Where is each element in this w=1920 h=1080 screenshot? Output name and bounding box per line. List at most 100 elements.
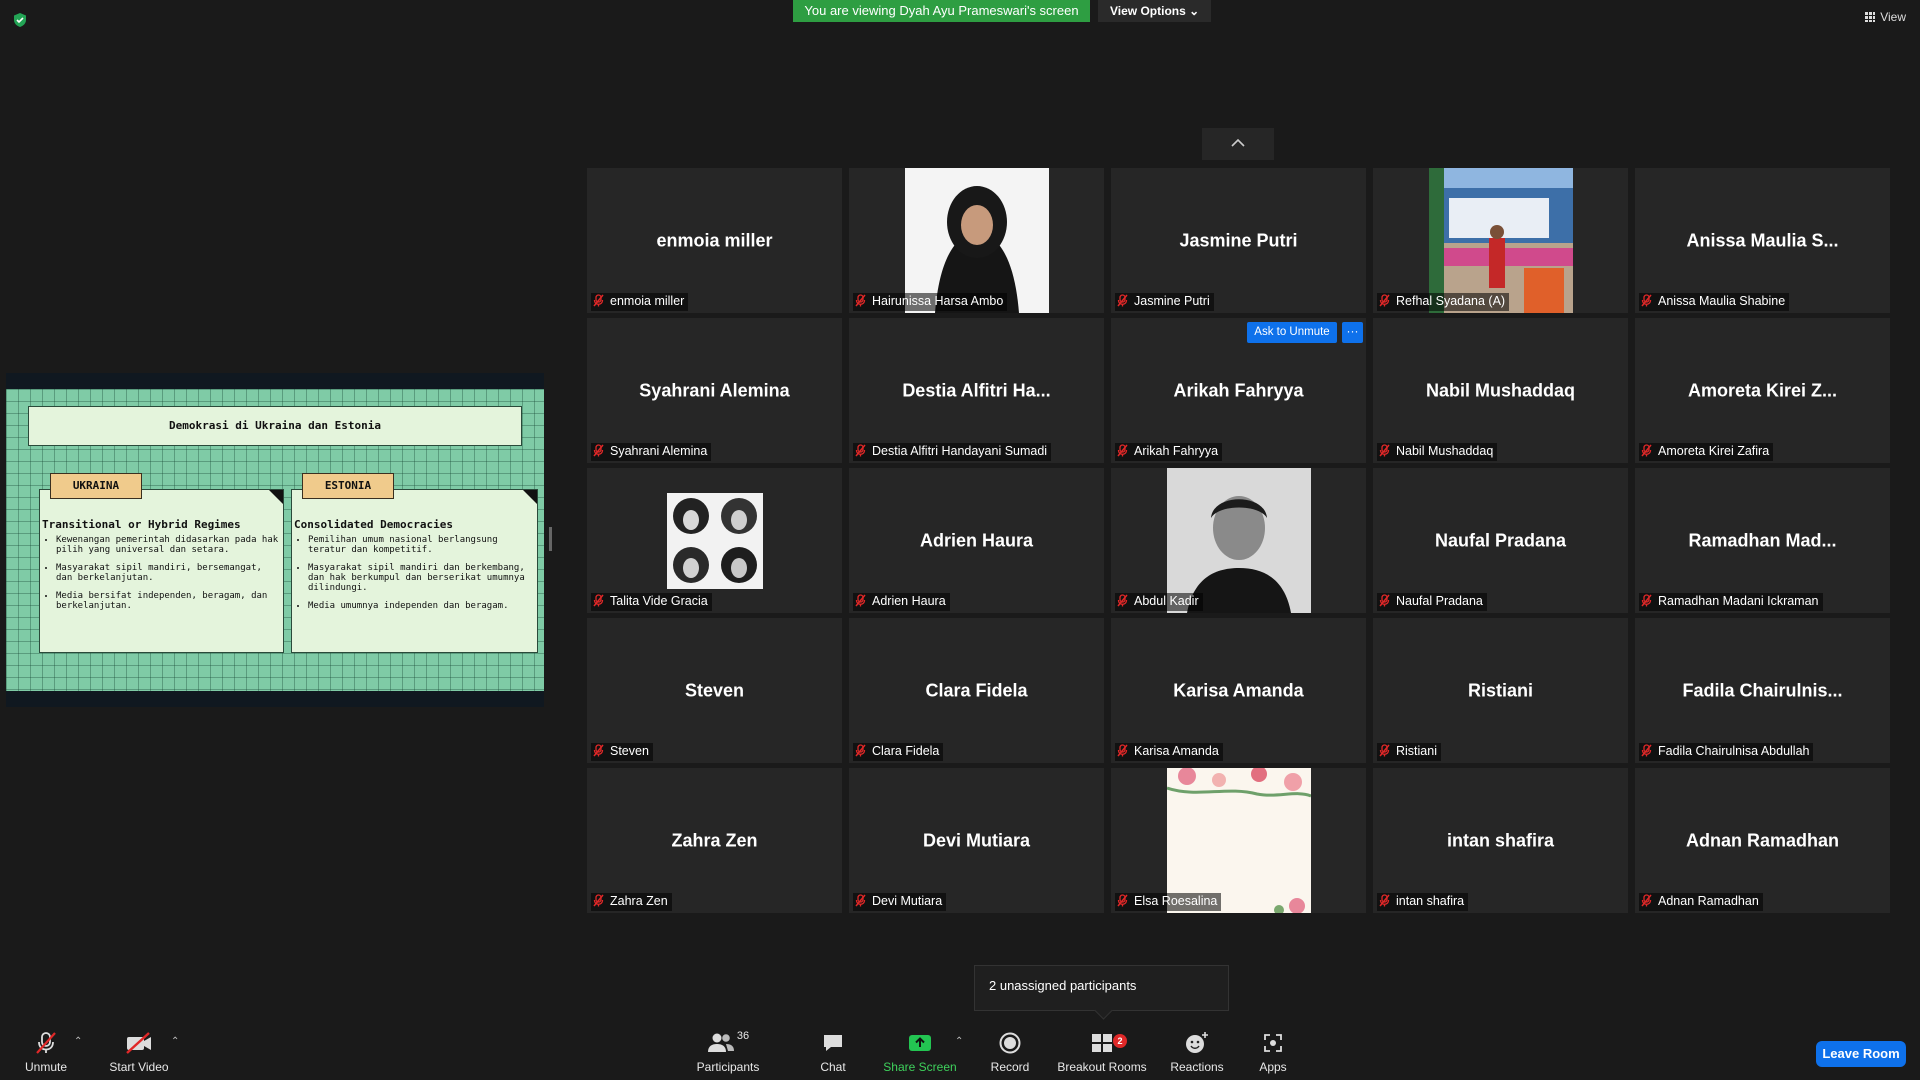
apps-button[interactable]: Apps (1250, 1028, 1296, 1074)
chat-button[interactable]: Chat (808, 1028, 858, 1074)
participant-tile[interactable]: Destia Alfitri Ha... Destia Alfitri Handa… (849, 318, 1104, 463)
chevron-down-icon: ⌄ (1189, 4, 1200, 18)
unmute-button[interactable]: Unmute (18, 1028, 74, 1074)
microphone-muted-icon (1117, 744, 1128, 760)
card-heading: Transitional or Hybrid Regimes (42, 518, 241, 531)
participant-name: Jasmine Putri (1134, 294, 1210, 308)
leave-room-button[interactable]: Leave Room (1816, 1041, 1906, 1067)
participant-tile[interactable]: Nabil Mushaddaq Nabil Mushaddaq (1373, 318, 1628, 463)
participant-tile[interactable]: Refhal Syadana (A) (1373, 168, 1628, 313)
participant-tile[interactable]: Zahra Zen Zahra Zen (587, 768, 842, 913)
reactions-button[interactable]: Reactions (1166, 1028, 1228, 1074)
record-button[interactable]: Record (986, 1028, 1034, 1074)
share-screen-button[interactable]: Share Screen (880, 1028, 960, 1074)
page-fold-icon (269, 490, 283, 504)
audio-options-caret[interactable]: ⌃ (74, 1036, 82, 1047)
participant-tile[interactable]: Fadila Chairulnis... Fadila Chairulnisa A… (1635, 618, 1890, 763)
participant-tile[interactable]: Naufal Pradana Naufal Pradana (1373, 468, 1628, 613)
microphone-muted-icon (593, 744, 604, 760)
breakout-rooms-badge: 2 (1113, 1034, 1127, 1048)
participant-tile[interactable]: Hairunissa Harsa Ambo (849, 168, 1104, 313)
participant-name-tag: Refhal Syadana (A) (1377, 293, 1510, 311)
card-tag-ukraina: UKRAINA (50, 473, 142, 499)
start-video-button[interactable]: Start Video (104, 1028, 174, 1074)
microphone-muted-icon (855, 894, 866, 910)
participant-name: Talita Vide Gracia (610, 594, 708, 608)
microphone-muted-icon (1117, 294, 1128, 310)
participant-name: Arikah Fahryya (1134, 444, 1219, 458)
start-video-label: Start Video (109, 1060, 169, 1074)
security-shield-icon[interactable] (12, 12, 28, 28)
participant-name: Anissa Maulia Shabine (1658, 294, 1786, 308)
shared-screen: Demokrasi di Ukraina dan Estonia Transit… (6, 373, 544, 707)
participant-name-tag: intan shafira (1377, 893, 1469, 911)
previous-page-button[interactable] (1202, 128, 1274, 160)
unassigned-participants-popover[interactable]: 2 unassigned participants (974, 965, 1229, 1011)
microphone-muted-icon (1379, 294, 1390, 310)
reactions-label: Reactions (1170, 1060, 1224, 1074)
participants-button[interactable]: 36 Participants (690, 1028, 766, 1074)
participant-tile[interactable]: enmoia miller enmoia miller (587, 168, 842, 313)
microphone-muted-icon (36, 1032, 56, 1054)
participant-tile[interactable]: Anissa Maulia S... Anissa Maulia Shabine (1635, 168, 1890, 313)
participant-tile[interactable]: Ristiani Ristiani (1373, 618, 1628, 763)
participants-icon (707, 1033, 734, 1052)
view-options-label: View Options (1110, 4, 1186, 18)
participant-display-name: Steven (684, 680, 745, 700)
participant-name: Ristiani (1396, 744, 1437, 758)
participant-tile[interactable]: Talita Vide Gracia (587, 468, 842, 613)
view-label: View (1880, 10, 1906, 24)
participant-tile[interactable]: Karisa Amanda Karisa Amanda (1111, 618, 1366, 763)
ask-to-unmute-button[interactable]: Ask to Unmute (1247, 322, 1337, 343)
chevron-up-icon (1231, 138, 1245, 147)
microphone-muted-icon (1641, 444, 1652, 460)
share-options-caret[interactable]: ⌃ (955, 1036, 963, 1047)
participant-display-name: Nabil Mushaddaq (1425, 380, 1575, 400)
split-view-resize-handle[interactable] (549, 527, 552, 551)
participant-display-name: Destia Alfitri Ha... (902, 380, 1051, 400)
microphone-muted-icon (593, 294, 604, 310)
participant-tile[interactable]: Jasmine Putri Jasmine Putri (1111, 168, 1366, 313)
slide-card-ukraina: Transitional or Hybrid Regimes Kewenanga… (39, 489, 284, 653)
video-options-caret[interactable]: ⌃ (171, 1036, 179, 1047)
participant-name: Fadila Chairulnisa Abdullah (1658, 744, 1810, 758)
participant-tile[interactable]: Syahrani Alemina Syahrani Alemina (587, 318, 842, 463)
participant-name-tag: Clara Fidela (853, 743, 944, 761)
chat-bubble-icon (824, 1035, 842, 1051)
view-options-dropdown[interactable]: View Options ⌄ (1098, 0, 1212, 22)
participant-name-tag: Naufal Pradana (1377, 593, 1487, 611)
participant-name: Adnan Ramadhan (1658, 894, 1759, 908)
view-button[interactable]: View (1865, 10, 1906, 24)
participant-tile[interactable]: intan shafira intan shafira (1373, 768, 1628, 913)
participant-name-tag: Devi Mutiara (853, 893, 947, 911)
participant-display-name: enmoia miller (656, 230, 773, 250)
participant-name: Zahra Zen (610, 894, 668, 908)
participant-name: Destia Alfitri Handayani Sumadi (872, 444, 1048, 458)
participant-name-tag: Adnan Ramadhan (1639, 893, 1763, 911)
microphone-muted-icon (593, 444, 604, 460)
participant-display-name: Zahra Zen (671, 830, 758, 850)
participant-name-tag: Anissa Maulia Shabine (1639, 293, 1790, 311)
participant-display-name: Karisa Amanda (1173, 680, 1304, 700)
microphone-muted-icon (1379, 594, 1390, 610)
participant-tile[interactable]: Ramadhan Mad... Ramadhan Madani Ickraman (1635, 468, 1890, 613)
participant-tile[interactable]: Clara Fidela Clara Fidela (849, 618, 1104, 763)
participant-name-tag: Fadila Chairulnisa Abdullah (1639, 743, 1814, 761)
participant-name: intan shafira (1396, 894, 1465, 908)
participant-tile[interactable]: Steven Steven (587, 618, 842, 763)
participant-name: Refhal Syadana (A) (1396, 294, 1506, 308)
participant-tile[interactable]: Elsa Roesalina (1111, 768, 1366, 913)
participant-tile[interactable]: Adrien Haura Adrien Haura (849, 468, 1104, 613)
breakout-rooms-button[interactable]: Breakout Rooms (1056, 1028, 1148, 1074)
participant-tile[interactable]: Amoreta Kirei Z... Amoreta Kirei Zafira (1635, 318, 1890, 463)
participants-label: Participants (696, 1060, 760, 1074)
participant-tile[interactable]: Devi Mutiara Devi Mutiara (849, 768, 1104, 913)
card-bullet: Media umumnya independen dan beragam. (308, 601, 533, 611)
participant-tile[interactable]: Adnan Ramadhan Adnan Ramadhan (1635, 768, 1890, 913)
participant-tile[interactable]: Abdul Kadir (1111, 468, 1366, 613)
participant-display-name: Syahrani Alemina (639, 380, 790, 400)
microphone-muted-icon (1117, 444, 1128, 460)
more-options-button[interactable]: ··· (1342, 322, 1363, 343)
breakout-rooms-label: Breakout Rooms (1057, 1060, 1147, 1074)
participant-name-tag: Amoreta Kirei Zafira (1639, 443, 1774, 461)
